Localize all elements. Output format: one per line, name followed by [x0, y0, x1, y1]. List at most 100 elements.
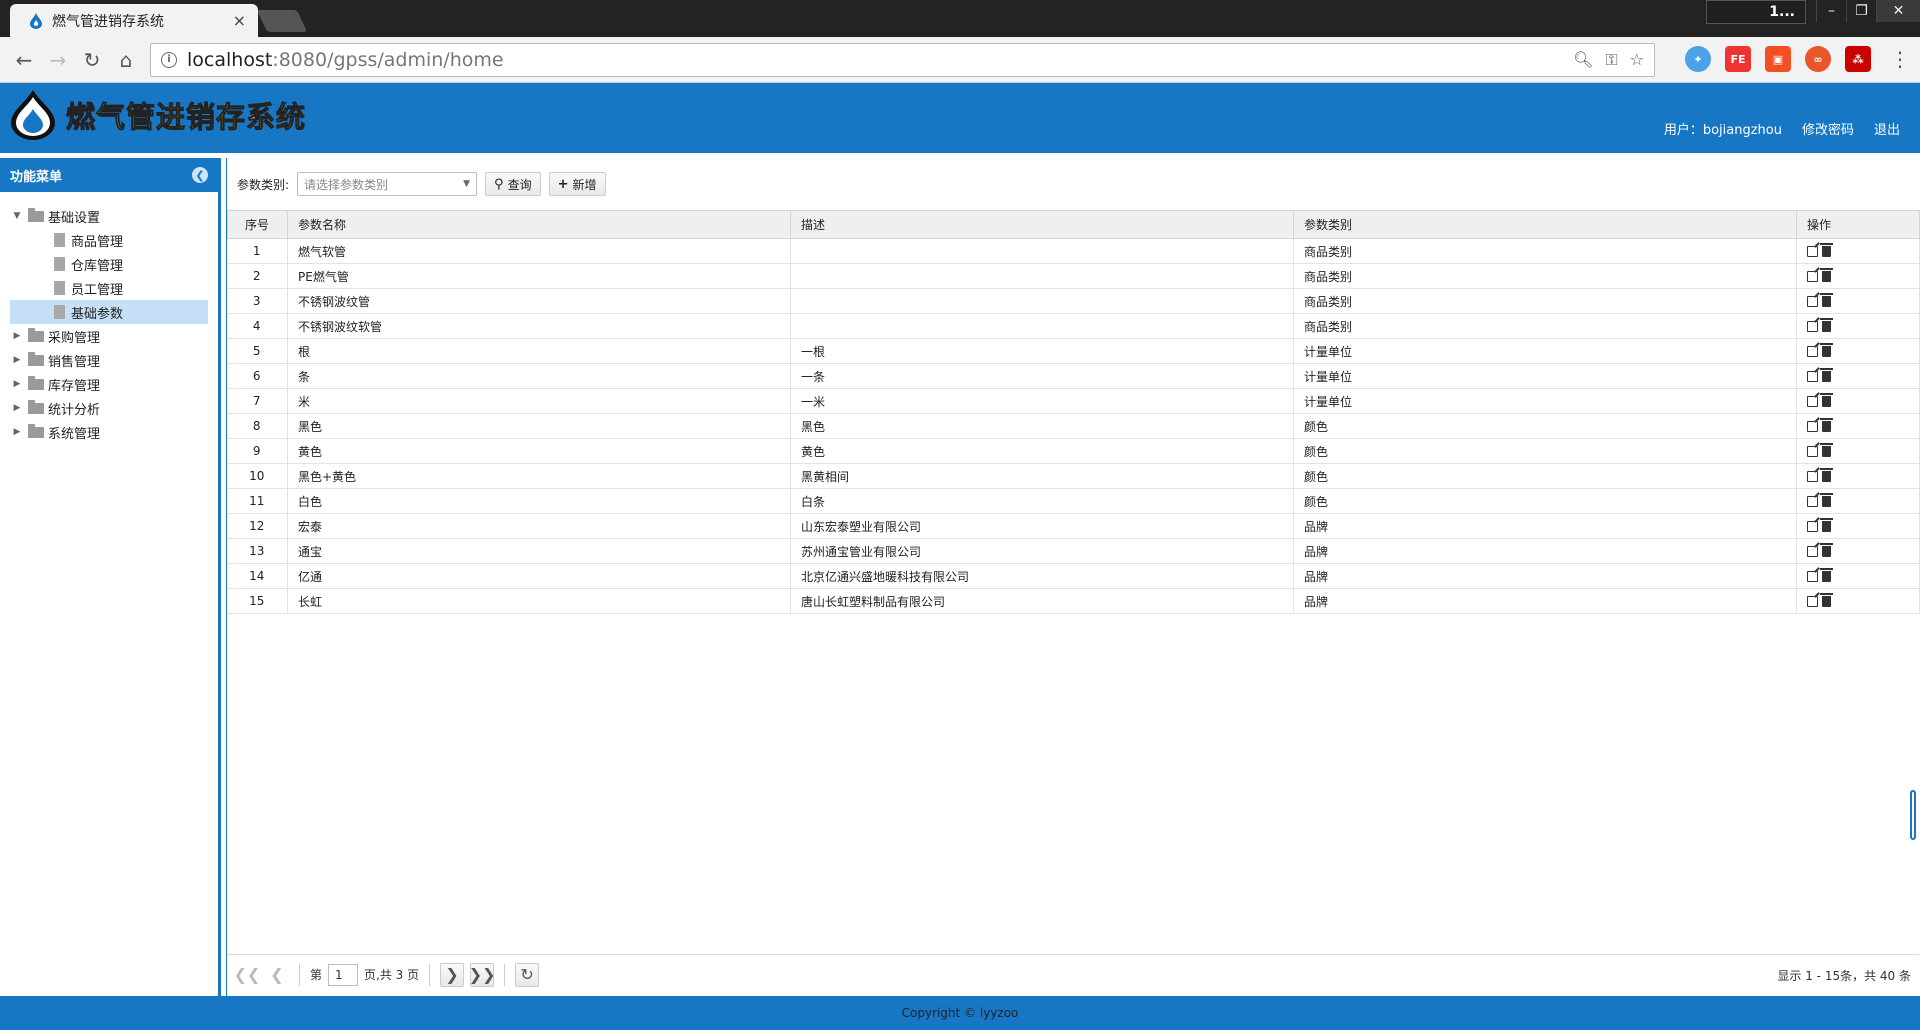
- delete-icon[interactable]: [1820, 593, 1833, 607]
- profile-chip[interactable]: 1...: [1706, 0, 1806, 24]
- table-row[interactable]: 7 米一米 计量单位: [227, 388, 1920, 414]
- tree-item-warehouse[interactable]: 仓库管理: [10, 252, 208, 276]
- extension-fe-icon[interactable]: FE: [1725, 46, 1751, 72]
- tree-group-sales[interactable]: ▶ 销售管理: [10, 348, 208, 372]
- edit-icon[interactable]: [1807, 545, 1818, 557]
- delete-icon[interactable]: [1820, 518, 1833, 532]
- tree-group-purchase[interactable]: ▶ 采购管理: [10, 324, 208, 348]
- scrollbar-thumb[interactable]: [1910, 790, 1916, 840]
- extension-infinity-icon[interactable]: ∞: [1805, 46, 1831, 72]
- table-row[interactable]: 10 黑色+黄色 黑黄相间 颜色: [227, 463, 1920, 489]
- collapsed-arrow-icon[interactable]: ▶: [10, 403, 24, 413]
- collapse-sidebar-icon[interactable]: ❮: [192, 167, 208, 183]
- delete-icon[interactable]: [1820, 418, 1833, 432]
- edit-icon[interactable]: [1807, 370, 1818, 382]
- last-page-icon[interactable]: ❯❯: [469, 962, 496, 987]
- table-row[interactable]: 1 燃气软管 商品类别: [227, 238, 1920, 264]
- first-page-icon[interactable]: ❮❮: [234, 963, 261, 987]
- collapsed-arrow-icon[interactable]: ▶: [10, 355, 24, 365]
- table-row[interactable]: 3 不锈钢波纹管 商品类别: [227, 288, 1920, 314]
- key-icon[interactable]: ⚿: [1605, 50, 1617, 70]
- delete-icon[interactable]: [1820, 443, 1833, 457]
- edit-icon[interactable]: [1807, 320, 1818, 332]
- delete-icon[interactable]: [1820, 268, 1833, 282]
- edit-icon[interactable]: [1807, 395, 1818, 407]
- chevron-down-icon[interactable]: ▼: [463, 179, 470, 189]
- extension-bird-icon[interactable]: ✦: [1685, 46, 1711, 72]
- table-row[interactable]: 2 PE燃气管 商品类别: [227, 263, 1920, 289]
- col-header-category[interactable]: 参数类别: [1293, 210, 1797, 239]
- table-row[interactable]: 12 宏泰 山东宏泰塑业有限公司 品牌: [227, 513, 1920, 539]
- col-header-index[interactable]: 序号: [227, 210, 288, 239]
- delete-icon[interactable]: [1820, 493, 1833, 507]
- query-button[interactable]: ⚲ 查询: [485, 172, 541, 196]
- tree-group-statistics[interactable]: ▶ 统计分析: [10, 396, 208, 420]
- delete-icon[interactable]: [1820, 293, 1833, 307]
- edit-icon[interactable]: [1807, 245, 1818, 257]
- delete-icon[interactable]: [1820, 468, 1833, 482]
- delete-icon[interactable]: [1820, 393, 1833, 407]
- table-row[interactable]: 4 不锈钢波纹软管 商品类别: [227, 313, 1920, 339]
- tree-item-staff[interactable]: 员工管理: [10, 276, 208, 300]
- table-row[interactable]: 11 白色 白条 颜色: [227, 488, 1920, 514]
- expanded-arrow-icon[interactable]: ▼: [10, 211, 24, 221]
- delete-icon[interactable]: [1820, 568, 1833, 582]
- new-tab-button[interactable]: [256, 10, 308, 32]
- tree-item-goods[interactable]: 商品管理: [10, 228, 208, 252]
- col-header-desc[interactable]: 描述: [790, 210, 1294, 239]
- edit-icon[interactable]: [1807, 520, 1818, 532]
- edit-icon[interactable]: [1807, 295, 1818, 307]
- tree-item-basic-params[interactable]: 基础参数: [10, 300, 208, 324]
- browser-menu-icon[interactable]: ⋮: [1890, 47, 1910, 73]
- delete-icon[interactable]: [1820, 243, 1833, 257]
- table-row[interactable]: 14 亿通 北京亿通兴盛地暖科技有限公司 品牌: [227, 563, 1920, 589]
- address-bar[interactable]: i localhost:8080/gpss/admin/home 🔍︎ ⚿ ☆: [150, 43, 1655, 77]
- edit-icon[interactable]: [1807, 495, 1818, 507]
- delete-icon[interactable]: [1820, 318, 1833, 332]
- edit-icon[interactable]: [1807, 595, 1818, 607]
- table-row[interactable]: 15 长虹 唐山长虹塑料制品有限公司 品牌: [227, 588, 1920, 614]
- table-row[interactable]: 9 黄色 黄色 颜色: [227, 438, 1920, 464]
- add-button[interactable]: + 新增: [548, 172, 606, 196]
- edit-icon[interactable]: [1807, 345, 1818, 357]
- tree-group-inventory[interactable]: ▶ 库存管理: [10, 372, 208, 396]
- delete-icon[interactable]: [1820, 343, 1833, 357]
- zoom-icon[interactable]: 🔍︎: [1573, 50, 1593, 70]
- refresh-icon[interactable]: ↻: [515, 962, 540, 987]
- change-password-link[interactable]: 修改密码: [1802, 119, 1854, 138]
- close-window-icon[interactable]: ✕: [1876, 0, 1920, 22]
- edit-icon[interactable]: [1807, 445, 1818, 457]
- home-icon[interactable]: ⌂: [112, 46, 140, 74]
- prev-page-icon[interactable]: ❮: [265, 963, 289, 987]
- minimize-icon[interactable]: –: [1816, 0, 1846, 22]
- next-page-icon[interactable]: ❯: [440, 962, 465, 987]
- page-number-input[interactable]: 1: [328, 963, 359, 986]
- table-row[interactable]: 8 黑色 黑色 颜色: [227, 413, 1920, 439]
- restore-icon[interactable]: ❐: [1846, 0, 1876, 22]
- param-category-select[interactable]: 请选择参数类别 ▼: [297, 172, 478, 196]
- site-info-icon[interactable]: i: [161, 52, 177, 68]
- edit-icon[interactable]: [1807, 570, 1818, 582]
- browser-tab[interactable]: 燃气管进销存系统 ×: [10, 4, 258, 37]
- tree-group-basic-settings[interactable]: ▼ 基础设置: [10, 204, 208, 228]
- edit-icon[interactable]: [1807, 420, 1818, 432]
- back-icon[interactable]: ←: [10, 46, 38, 74]
- logout-link[interactable]: 退出: [1874, 119, 1900, 138]
- bookmark-star-icon[interactable]: ☆: [1630, 50, 1644, 70]
- forward-icon[interactable]: →: [44, 46, 72, 74]
- delete-icon[interactable]: [1820, 543, 1833, 557]
- tree-group-system[interactable]: ▶ 系统管理: [10, 420, 208, 444]
- reload-icon[interactable]: ↻: [78, 46, 106, 74]
- edit-icon[interactable]: [1807, 470, 1818, 482]
- extension-office-icon[interactable]: ▣: [1765, 46, 1791, 72]
- table-row[interactable]: 13 通宝 苏州通宝管业有限公司 品牌: [227, 538, 1920, 564]
- col-header-name[interactable]: 参数名称: [287, 210, 791, 239]
- collapsed-arrow-icon[interactable]: ▶: [10, 331, 24, 341]
- delete-icon[interactable]: [1820, 368, 1833, 382]
- edit-icon[interactable]: [1807, 270, 1818, 282]
- tab-close-icon[interactable]: ×: [233, 11, 246, 30]
- collapsed-arrow-icon[interactable]: ▶: [10, 379, 24, 389]
- extension-pdf-icon[interactable]: ⁂: [1845, 46, 1871, 72]
- table-row[interactable]: 5 根一根 计量单位: [227, 338, 1920, 364]
- collapsed-arrow-icon[interactable]: ▶: [10, 427, 24, 437]
